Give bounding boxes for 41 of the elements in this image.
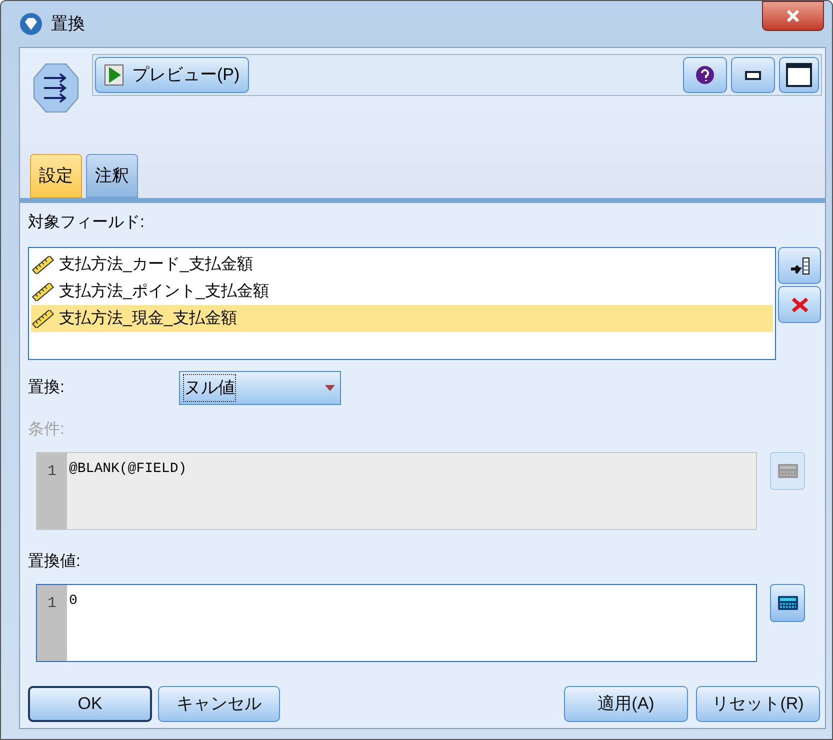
- field-item[interactable]: 支払方法_カード_支払金額: [31, 251, 773, 278]
- line-number: 1: [47, 462, 56, 482]
- close-icon: [786, 10, 800, 22]
- field-item[interactable]: 支払方法_ポイント_支払金額: [31, 278, 773, 305]
- field-label: 対象フィールド:: [28, 212, 146, 233]
- help-icon: [695, 65, 715, 85]
- tab[interactable]: 設定: [30, 154, 82, 198]
- field-list[interactable]: 支払方法_カード_支払金額 支払方法_ポイント_支払金額 支払方法_現金_支払金額: [28, 247, 776, 360]
- calculator-button[interactable]: [770, 584, 805, 622]
- code-line: @BLANK(@FIELD): [69, 460, 187, 479]
- replace-label: 置換:: [28, 378, 66, 398]
- field-picker-button[interactable]: [778, 247, 821, 284]
- dialog-button[interactable]: OK: [28, 686, 152, 722]
- minimize-button[interactable]: [731, 57, 775, 93]
- field-picker-icon: [788, 256, 810, 276]
- replace-value-label: 置換値:: [28, 552, 82, 572]
- play-icon: [104, 64, 124, 86]
- close-button[interactable]: [762, 1, 824, 31]
- condition-label: 条件:: [28, 420, 66, 440]
- remove-icon: [790, 296, 808, 312]
- calculator-icon: [776, 463, 798, 479]
- field-item[interactable]: 支払方法_現金_支払金額: [31, 305, 773, 332]
- dialog-button[interactable]: キャンセル: [158, 686, 280, 722]
- replace-dropdown[interactable]: ヌル値: [179, 371, 341, 405]
- help-button[interactable]: [683, 57, 727, 93]
- code-line: 0: [69, 592, 78, 611]
- line-number: 1: [47, 594, 56, 614]
- maximize-button[interactable]: [779, 57, 819, 93]
- expression-editor[interactable]: 1 0: [36, 584, 757, 662]
- node-icon: [32, 62, 80, 114]
- dialog-button[interactable]: リセット(R): [696, 686, 820, 722]
- tab[interactable]: 注釈: [86, 154, 138, 198]
- calculator-icon: [776, 595, 798, 611]
- maximize-icon: [786, 63, 812, 87]
- preview-button[interactable]: プレビュー(P): [95, 57, 249, 93]
- minimize-icon: [745, 70, 761, 80]
- app-icon: [19, 12, 43, 36]
- remove-button[interactable]: [778, 286, 821, 323]
- dialog-button[interactable]: 適用(A): [564, 686, 688, 722]
- dropdown-arrow-icon: [324, 384, 336, 392]
- window-title: 置換: [51, 13, 85, 36]
